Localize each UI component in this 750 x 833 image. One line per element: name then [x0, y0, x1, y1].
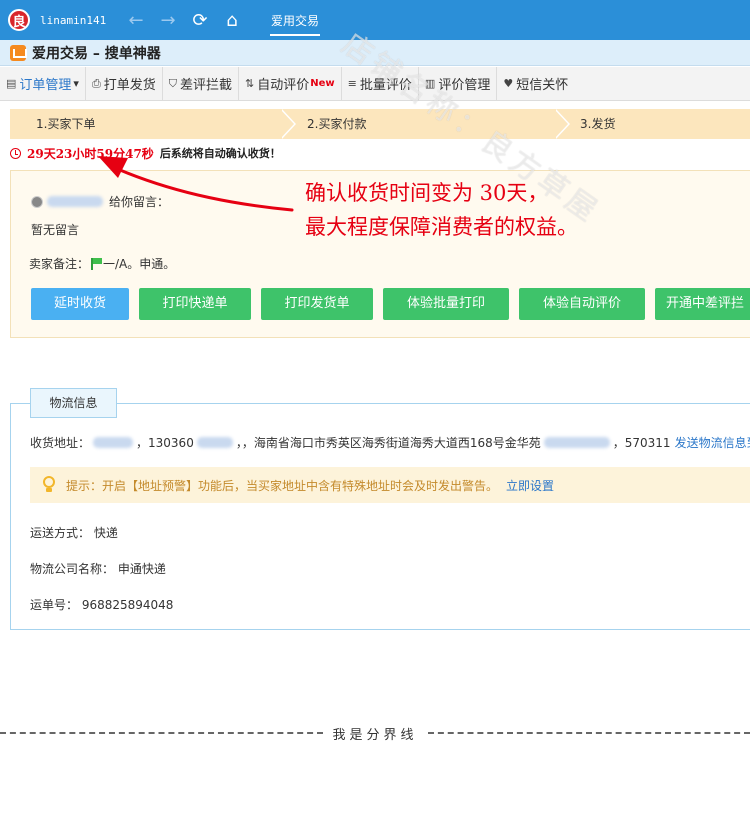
tracking-number: 运单号： 968825894048: [30, 598, 174, 612]
carrier-name: 物流公司名称： 申通快递: [30, 562, 166, 576]
blurred-recipient-name: [93, 437, 134, 448]
send-logistics-link[interactable]: 发送物流信息到旺: [675, 434, 750, 451]
page: 良 linamin141 ← → ⟳ ⌂ 爱用交易 爱用交易 – 搜单神器 ▤ …: [0, 0, 750, 833]
blurred-phone: [196, 437, 233, 448]
phone-prefix: ，130360: [136, 436, 194, 450]
annotation-line-1: 确认收货时间变为 30天，: [305, 181, 549, 205]
address-label: 收货地址：: [30, 436, 91, 450]
logistics-tab[interactable]: 物流信息: [30, 388, 117, 418]
setup-now-link[interactable]: 立即设置: [506, 477, 554, 494]
shipping-method: 运送方式： 快递: [30, 526, 118, 540]
divider-label: 我是分界线: [332, 727, 418, 743]
dashed-line: [427, 732, 750, 734]
address-text: ，，海南省海口市秀英区海秀街道海秀大道西168号金华苑: [235, 436, 541, 450]
zip-code: ，570311: [612, 436, 671, 450]
section-divider: 我是分界线: [0, 725, 750, 743]
tip-text: 提示：开启【地址预警】功能后，当买家地址中含有特殊地址时会及时发出警告。: [66, 478, 499, 493]
annotation-line-2: 最大程度保障消费者的权益。: [305, 215, 578, 239]
dashed-line: [0, 732, 323, 734]
address-warning-tip: 提示：开启【地址预警】功能后，当买家地址中含有特殊地址时会及时发出警告。 立即设…: [30, 467, 750, 503]
shipping-address-row: 收货地址： ，130360 ，，海南省海口市秀英区海秀街道海秀大道西168号金华…: [30, 434, 750, 451]
blurred-address-detail: [543, 437, 610, 448]
annotation-text: 确认收货时间变为 30天， 最大程度保障消费者的权益。: [305, 176, 578, 244]
lightbulb-icon: [42, 476, 56, 494]
